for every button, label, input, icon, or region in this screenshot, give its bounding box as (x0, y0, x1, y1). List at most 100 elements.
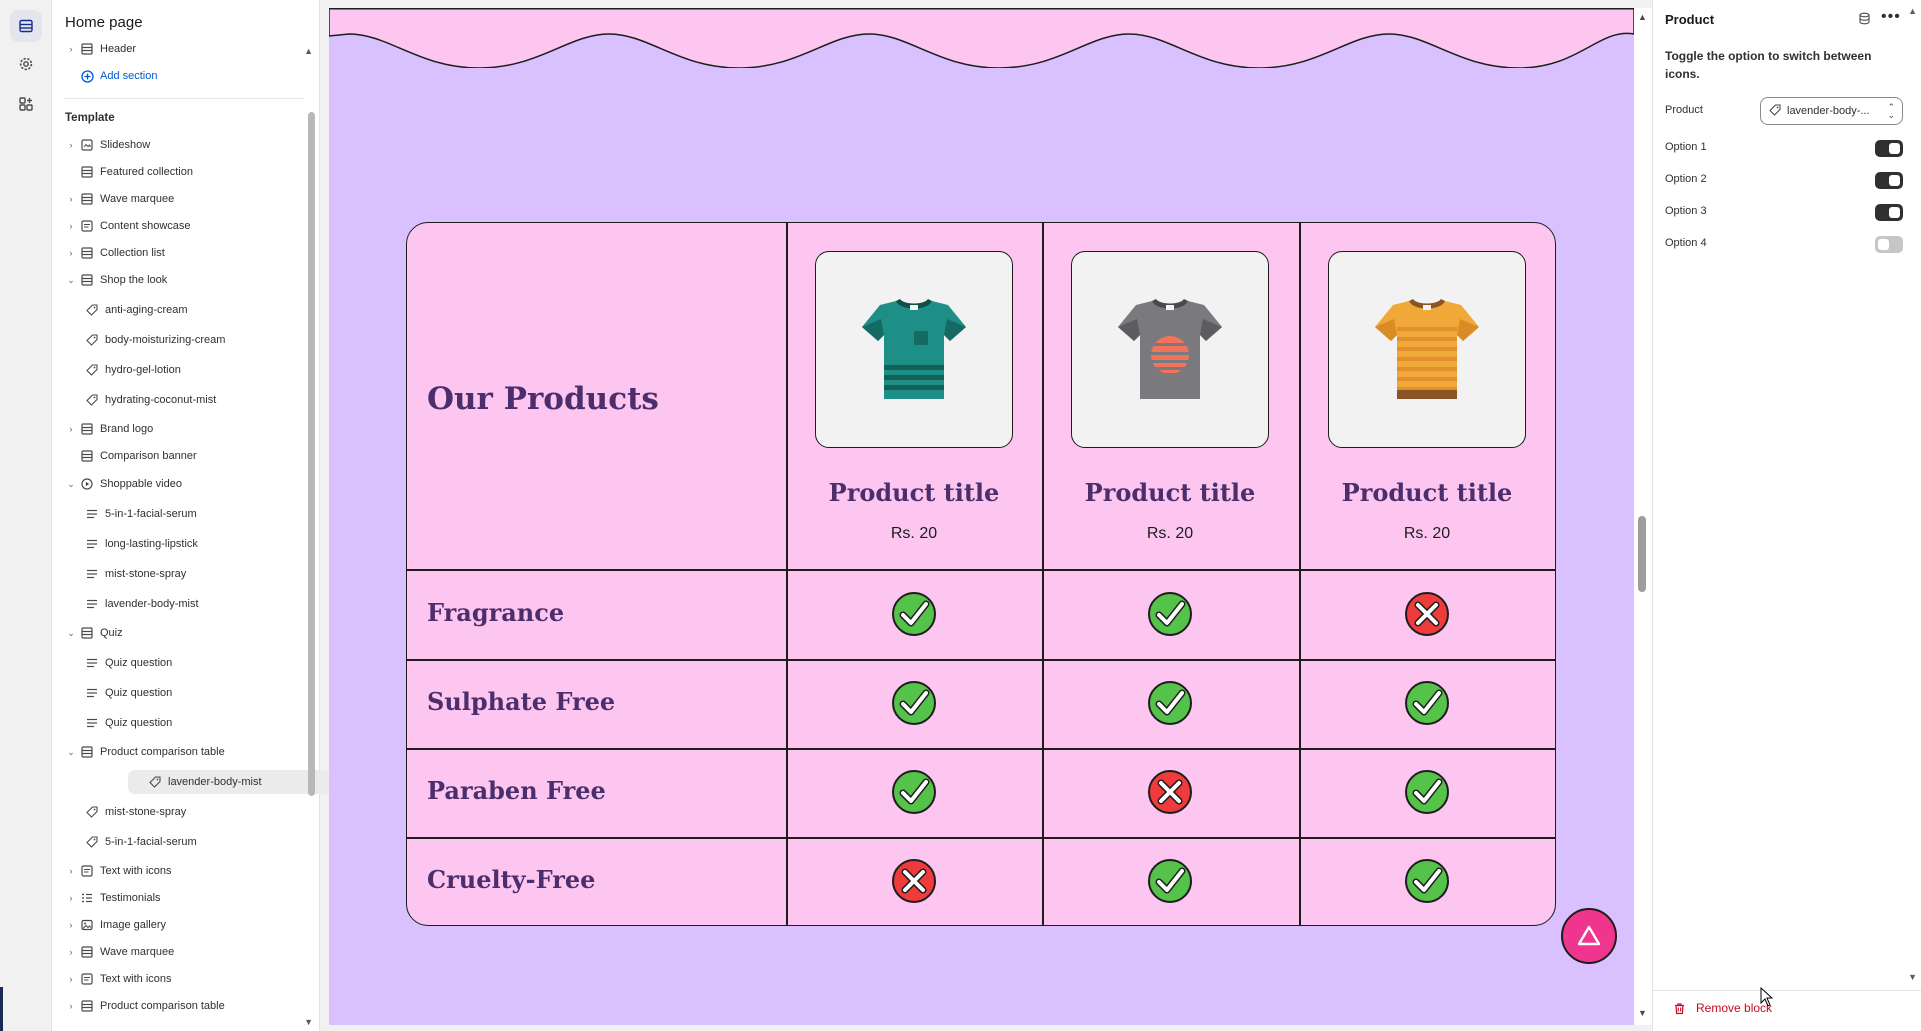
sections-nav-button[interactable] (10, 10, 42, 42)
sidebar-section-item[interactable]: › Brand logo (52, 417, 306, 441)
theme-settings-button[interactable] (10, 48, 42, 80)
section-icon (80, 999, 94, 1013)
option-toggle[interactable] (1875, 172, 1903, 189)
option-toggle[interactable] (1875, 140, 1903, 157)
column-divider (786, 223, 788, 925)
trash-icon (1675, 1002, 1684, 1014)
tag-icon (1769, 103, 1781, 119)
product-title[interactable]: Product title (1299, 478, 1555, 507)
sidebar-section-item[interactable]: › Image gallery (52, 913, 306, 937)
product-title[interactable]: Product title (1042, 478, 1298, 507)
slideshow-icon (80, 138, 94, 152)
sidebar-block-item[interactable]: long-lasting-lipstick (52, 532, 306, 556)
add-section-button[interactable]: Add section (52, 64, 306, 88)
product-picker[interactable]: lavender-body-... ⌃ ⌄ (1760, 97, 1903, 125)
sidebar-section-item[interactable]: › Text with icons (52, 967, 306, 991)
sidebar-block-item[interactable]: lavender-body-mist (52, 592, 306, 616)
sidebar-section-item[interactable]: ⌄ Shop the look (52, 268, 306, 292)
sidebar-block-item[interactable]: 5-in-1-facial-serum (52, 502, 306, 526)
option-toggle[interactable] (1875, 236, 1903, 253)
sidebar-item-label: 5-in-1-facial-serum (105, 836, 197, 848)
tshirt-image (1110, 287, 1230, 412)
checkmark-icon (1404, 858, 1450, 904)
lines-icon (85, 716, 99, 730)
sidebar-section-item[interactable]: › Testimonials (52, 886, 306, 910)
chevron-right-icon[interactable]: › (65, 140, 77, 150)
option-label: Option 2 (1665, 173, 1707, 185)
template-heading: Template (65, 112, 115, 124)
sidebar-item-label: anti-aging-cream (105, 304, 188, 316)
sidebar-block-item[interactable]: anti-aging-cream (52, 298, 306, 322)
product-title[interactable]: Product title (786, 478, 1042, 507)
chevron-down-icon[interactable]: ⌄ (65, 747, 77, 758)
chevron-right-icon[interactable]: › (65, 974, 77, 984)
remove-block-button[interactable]: Remove block (1673, 1001, 1772, 1015)
chevron-right-icon[interactable]: › (65, 866, 77, 876)
chevron-right-icon[interactable]: › (65, 920, 77, 930)
chevron-down-icon[interactable]: ⌄ (65, 275, 77, 286)
chevron-right-icon[interactable]: › (65, 947, 77, 957)
checkmark-icon (1147, 858, 1193, 904)
mouse-cursor-icon (1760, 987, 1774, 1007)
sidebar-section-item[interactable]: › Content showcase (52, 214, 306, 238)
lines-icon (85, 507, 99, 521)
sidebar-block-item[interactable]: Quiz question (52, 651, 306, 675)
sidebar-block-item[interactable]: body-moisturizing-cream (52, 328, 306, 352)
scroll-up-arrow[interactable]: ▲ (1638, 12, 1647, 22)
sidebar-section-item[interactable]: Featured collection (52, 160, 306, 184)
sidebar-section-item[interactable]: › Collection list (52, 241, 306, 265)
chevron-right-icon[interactable]: › (65, 1001, 77, 1011)
sidebar-item-label: Wave marquee (100, 946, 175, 958)
app-embeds-button[interactable] (10, 88, 42, 120)
sidebar-section-item[interactable]: › Text with icons (52, 859, 306, 883)
sidebar-section-item[interactable]: ⌄ Quiz (52, 621, 306, 645)
scroll-up-arrow[interactable]: ▲ (1908, 6, 1917, 16)
chevron-right-icon[interactable]: › (65, 893, 77, 903)
preview-scrollbar[interactable]: ▲ ▼ (1634, 8, 1652, 1025)
chevron-right-icon[interactable]: › (65, 424, 77, 434)
sidebar-item-header[interactable]: › Header (52, 37, 306, 61)
checkmark-icon (1404, 769, 1450, 815)
sidebar-block-item[interactable]: hydro-gel-lotion (52, 358, 306, 382)
sidebar-block-item[interactable]: Quiz question (52, 711, 306, 735)
product-image-card[interactable] (815, 251, 1013, 448)
sidebar-section-item[interactable]: ⌄ Shoppable video (52, 472, 306, 496)
product-picker-value: lavender-body-... (1787, 105, 1870, 117)
sidebar-block-item[interactable]: mist-stone-spray (52, 562, 306, 586)
preview-scrollbar-thumb[interactable] (1638, 516, 1646, 592)
chevron-right-icon[interactable]: › (65, 248, 77, 258)
chevron-right-icon[interactable]: › (65, 44, 77, 54)
back-to-top-button[interactable] (1561, 908, 1617, 964)
icon-rail (0, 0, 52, 1031)
chevron-down-icon[interactable]: ⌄ (65, 628, 77, 639)
sidebar-item-label: mist-stone-spray (105, 806, 187, 818)
sidebar-section-item[interactable]: Comparison banner (52, 444, 306, 468)
sidebar-block-item[interactable]: 5-in-1-facial-serum (52, 830, 306, 854)
sidebar-block-item[interactable]: mist-stone-spray (52, 800, 306, 824)
scroll-down-arrow[interactable]: ▼ (1638, 1008, 1647, 1018)
more-options-icon[interactable]: ••• (1881, 8, 1901, 26)
option-toggle[interactable] (1875, 204, 1903, 221)
sidebar-block-item[interactable]: Quiz question (52, 681, 306, 705)
sidebar-section-item[interactable]: › Wave marquee (52, 940, 306, 964)
scroll-down-arrow[interactable]: ▼ (304, 1017, 313, 1027)
dynamic-source-button[interactable] (1858, 12, 1871, 30)
product-image-card[interactable] (1328, 251, 1526, 448)
tag-icon (85, 835, 99, 849)
option-label: Option 1 (1665, 141, 1707, 153)
sidebar-scrollbar-thumb[interactable] (308, 112, 315, 796)
sidebar-section-item[interactable]: ⌄ Product comparison table (52, 740, 306, 764)
sidebar-section-item[interactable]: › Product comparison table (52, 994, 306, 1018)
sidebar-section-item[interactable]: › Wave marquee (52, 187, 306, 211)
sidebar-section-item[interactable]: › Slideshow (52, 133, 306, 157)
lines-icon (85, 686, 99, 700)
product-image-card[interactable] (1071, 251, 1269, 448)
product-label: Product (1665, 104, 1703, 116)
chevron-right-icon[interactable]: › (65, 194, 77, 204)
scroll-down-arrow[interactable]: ▼ (1908, 972, 1917, 982)
section-icon (80, 165, 94, 179)
chevron-down-icon[interactable]: ⌄ (65, 479, 77, 490)
chevron-right-icon[interactable]: › (65, 221, 77, 231)
sidebar-item-label: Shop the look (100, 274, 168, 286)
sidebar-block-item[interactable]: hydrating-coconut-mist (52, 388, 306, 412)
